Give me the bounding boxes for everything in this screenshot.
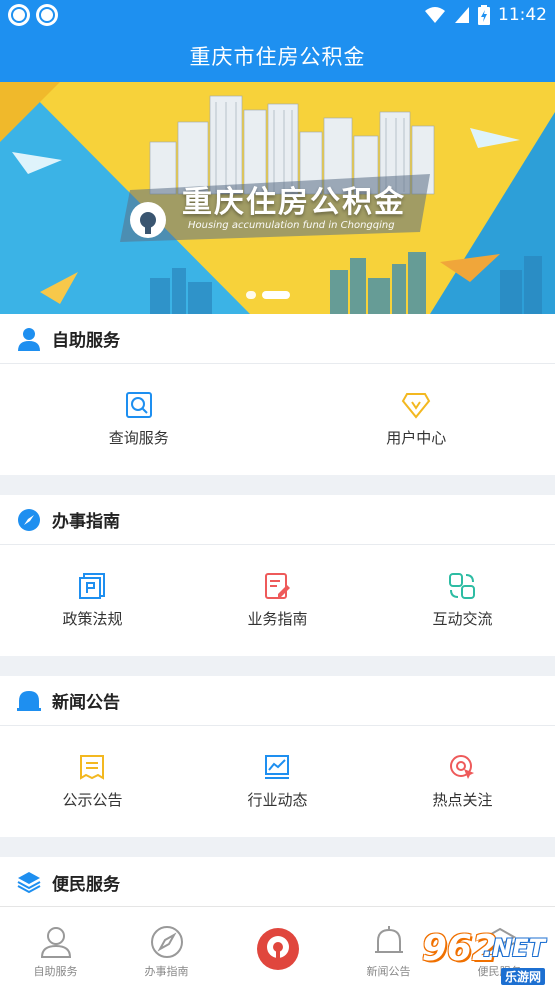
status-bar: 11:42 xyxy=(0,0,555,30)
item-label: 热点关注 xyxy=(432,791,493,809)
section-news: 新闻公告 公示公告 行业动态 热点关注 xyxy=(0,676,555,837)
section-guide: 办事指南 政策法规 业务指南 互动交流 xyxy=(0,495,555,656)
user-center-button[interactable]: 用户中心 xyxy=(278,364,555,475)
item-label: 行业动态 xyxy=(247,791,308,809)
tab-label: 办事指南 xyxy=(144,965,189,978)
banner-subtitle: Housing accumulation fund in Chongqing xyxy=(188,220,395,231)
carousel-dot[interactable] xyxy=(246,291,256,299)
policy-button[interactable]: 政策法规 xyxy=(0,545,185,656)
compass-icon xyxy=(16,507,42,533)
home-logo-icon xyxy=(256,928,299,970)
signal-icon xyxy=(455,7,469,23)
app-bar: 重庆市住房公积金 xyxy=(0,30,555,82)
section-title: 便民服务 xyxy=(52,874,120,895)
wifi-icon xyxy=(425,7,445,23)
tab-label: 自助服务 xyxy=(33,965,78,978)
item-label: 公示公告 xyxy=(62,791,123,809)
public-notice-button[interactable]: 公示公告 xyxy=(0,726,185,837)
layers-icon xyxy=(16,869,42,895)
banner-carousel[interactable]: 重庆住房公积金 Housing accumulation fund in Cho… xyxy=(0,82,555,314)
item-label: 政策法规 xyxy=(62,610,123,628)
interaction-button[interactable]: 互动交流 xyxy=(370,545,555,656)
search-doc-icon xyxy=(125,392,152,418)
notice-icon xyxy=(80,755,105,780)
watermark-site: 乐游网 xyxy=(500,968,545,985)
section-title: 办事指南 xyxy=(52,512,120,532)
carousel-dot-active[interactable] xyxy=(262,291,290,299)
diamond-icon xyxy=(402,393,431,419)
banner-title: 重庆住房公积金 xyxy=(182,185,406,220)
industry-news-button[interactable]: 行业动态 xyxy=(185,726,370,837)
clock: 11:42 xyxy=(498,5,547,25)
tab-home[interactable] xyxy=(222,907,333,988)
hot-topics-button[interactable]: 热点关注 xyxy=(370,726,555,837)
notification-app-icon xyxy=(36,4,58,26)
section-title: 新闻公告 xyxy=(52,693,120,713)
person-icon xyxy=(40,927,71,958)
edit-doc-icon xyxy=(265,573,291,599)
tab-guide[interactable]: 办事指南 xyxy=(111,907,222,988)
trend-chart-icon xyxy=(265,755,290,779)
item-label: 互动交流 xyxy=(432,610,493,628)
bell-icon xyxy=(16,688,42,714)
policy-icon xyxy=(79,573,106,599)
watermark-suffix: .NET xyxy=(483,934,545,962)
section-title: 自助服务 xyxy=(52,331,120,351)
query-service-button[interactable]: 查询服务 xyxy=(0,364,278,475)
item-label: 查询服务 xyxy=(108,429,169,447)
item-label: 业务指南 xyxy=(247,610,308,628)
section-convenience: 便民服务 xyxy=(0,857,555,907)
person-icon xyxy=(16,326,42,352)
item-label: 用户中心 xyxy=(386,429,447,447)
tab-self-service[interactable]: 自助服务 xyxy=(0,907,111,988)
exchange-icon xyxy=(449,573,476,599)
site-watermark: 962 .NET 乐游网 xyxy=(401,922,551,985)
compass-icon xyxy=(150,926,183,958)
battery-icon xyxy=(478,5,490,25)
notification-app-icon xyxy=(8,4,30,26)
business-guide-button[interactable]: 业务指南 xyxy=(185,545,370,656)
section-self-service: 自助服务 查询服务 用户中心 xyxy=(0,314,555,475)
page-title: 重庆市住房公积金 xyxy=(189,45,366,69)
target-icon xyxy=(450,755,475,779)
